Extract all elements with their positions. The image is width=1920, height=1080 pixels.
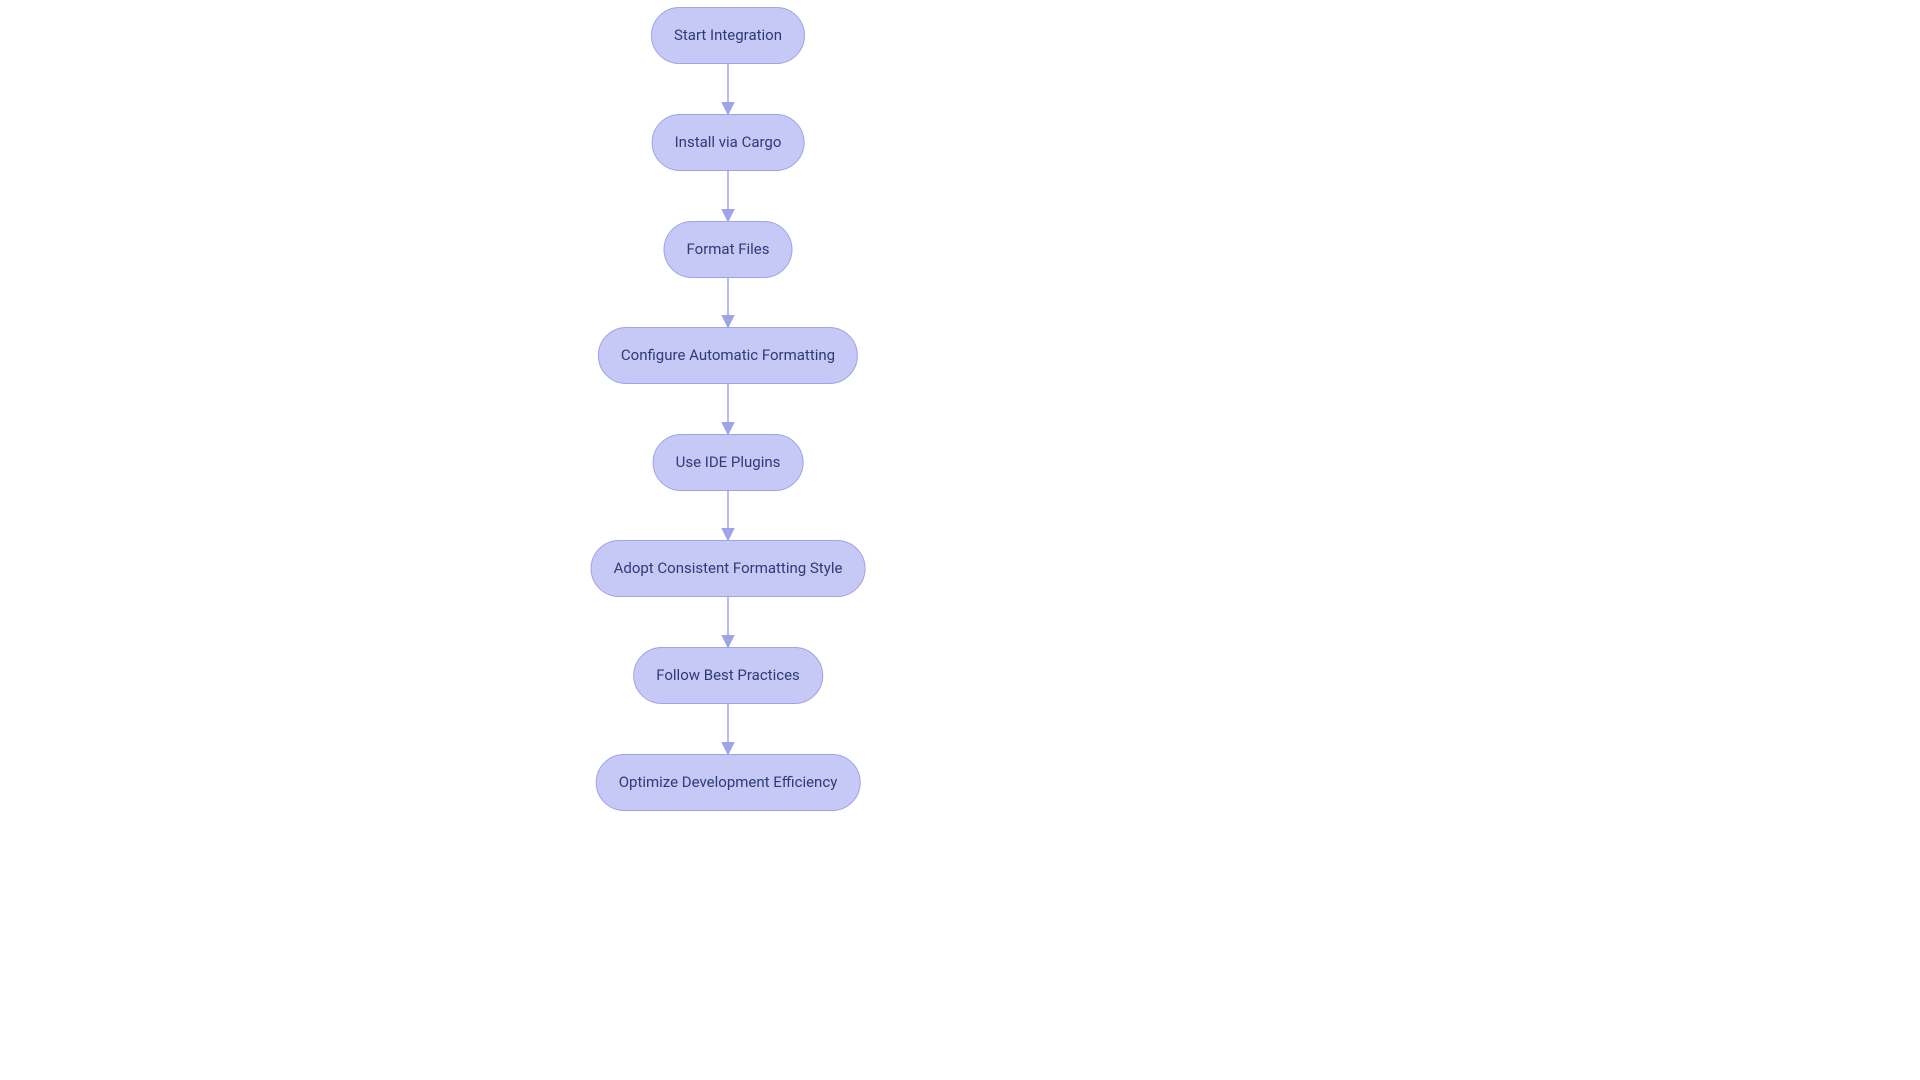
node-optimize-development-efficiency[interactable]: Optimize Development Efficiency [596,754,861,811]
flowchart-arrows [0,0,1920,1080]
node-label: Use IDE Plugins [676,455,781,470]
node-label: Install via Cargo [675,135,782,150]
node-label: Optimize Development Efficiency [619,775,838,790]
node-start-integration[interactable]: Start Integration [651,7,805,64]
node-adopt-consistent-formatting-style[interactable]: Adopt Consistent Formatting Style [591,540,866,597]
node-configure-automatic-formatting[interactable]: Configure Automatic Formatting [598,327,858,384]
node-format-files[interactable]: Format Files [664,221,793,278]
node-install-via-cargo[interactable]: Install via Cargo [652,114,805,171]
node-label: Adopt Consistent Formatting Style [614,561,843,576]
node-label: Follow Best Practices [656,668,800,683]
node-label: Start Integration [674,28,782,43]
flowchart-canvas: Start Integration Install via Cargo Form… [0,0,1920,1080]
node-use-ide-plugins[interactable]: Use IDE Plugins [653,434,804,491]
node-follow-best-practices[interactable]: Follow Best Practices [633,647,823,704]
node-label: Configure Automatic Formatting [621,348,835,363]
node-label: Format Files [687,242,770,257]
